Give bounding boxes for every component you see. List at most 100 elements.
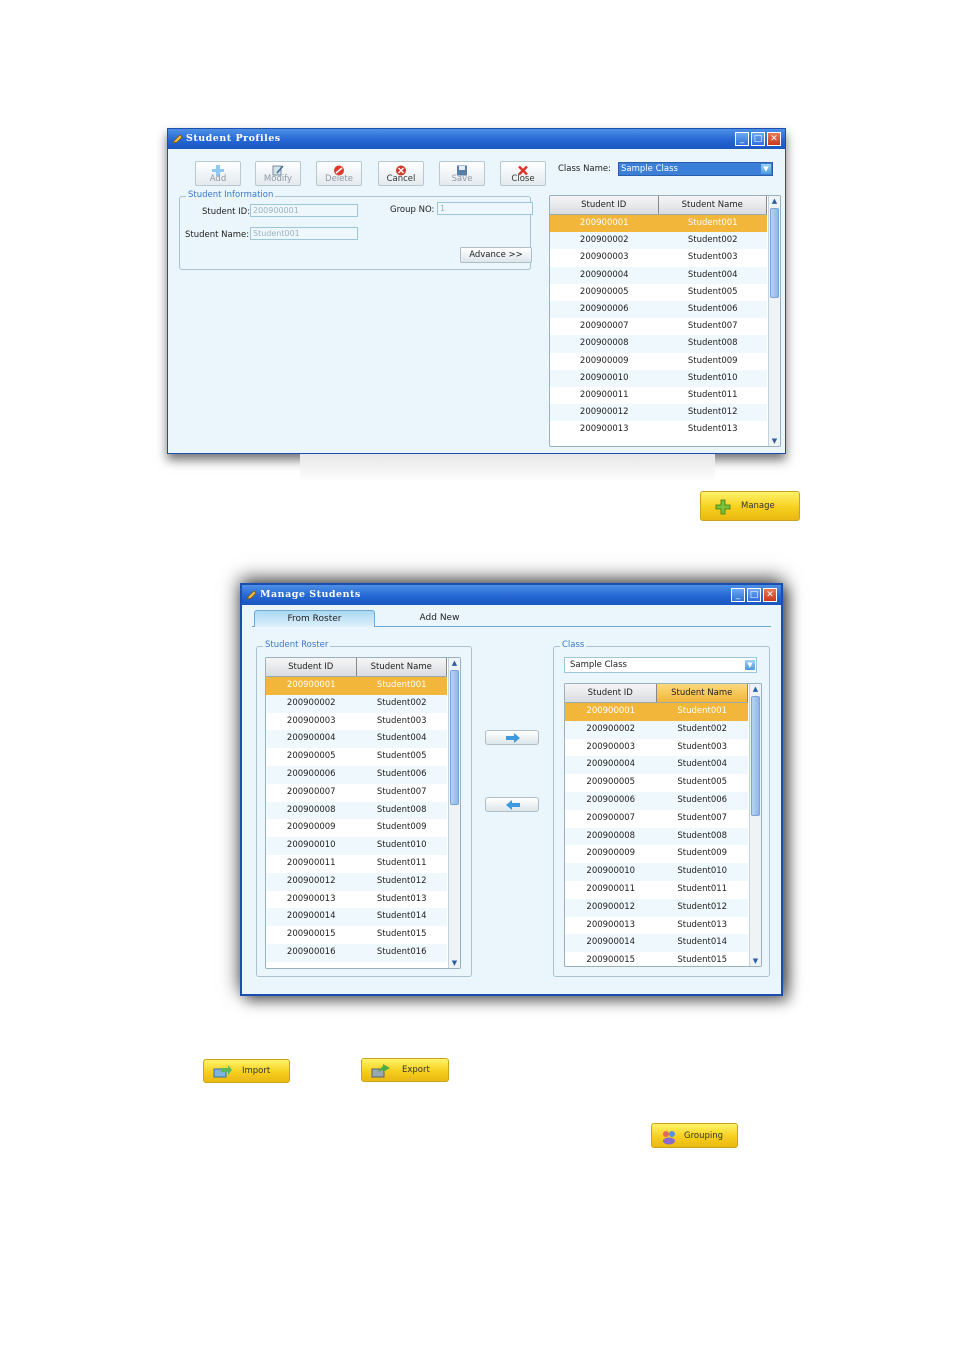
scroll-up-icon[interactable]: ▲ [750, 684, 761, 694]
table-row[interactable]: 200900002 Student002 [550, 232, 767, 250]
table-row[interactable]: 200900001 Student001 [565, 703, 748, 721]
table-row[interactable]: 200900011 Student011 [565, 881, 748, 899]
table-row[interactable]: 200900016 Student016 [266, 944, 447, 962]
table-row[interactable]: 200900007 Student007 [565, 810, 748, 828]
cancel-button[interactable]: Cancel [378, 161, 424, 186]
student-id-field[interactable]: 200900001 [250, 204, 358, 217]
table-row[interactable]: 200900010 Student010 [266, 837, 447, 855]
class-name-select[interactable]: Sample Class ▼ [618, 162, 773, 176]
scroll-up-icon[interactable]: ▲ [769, 196, 780, 206]
table-row[interactable]: 200900011 Student011 [550, 387, 767, 404]
column-header-student-name[interactable]: Student Name [659, 196, 767, 214]
table-row[interactable]: 200900010 Student010 [565, 863, 748, 881]
maximize-button[interactable]: □ [751, 132, 765, 146]
table-row[interactable]: 200900005 Student005 [565, 774, 748, 792]
cell-student-id: 200900003 [579, 252, 629, 263]
class-select[interactable]: Sample Class ▼ [564, 657, 757, 673]
add-to-class-button[interactable] [485, 730, 539, 745]
table-row[interactable]: 200900004 Student004 [266, 730, 447, 749]
table-row[interactable]: 200900002 Student002 [565, 720, 748, 739]
student-name-field[interactable]: Student001 [250, 227, 358, 240]
table-row[interactable]: 200900006 Student006 [565, 792, 748, 810]
table-row[interactable]: 200900015 Student015 [266, 926, 447, 944]
add-button[interactable]: Add [195, 161, 241, 186]
table-row[interactable]: 200900001 Student001 [266, 677, 447, 695]
table-row[interactable]: 200900015 Student015 [565, 952, 748, 966]
cell-student-name: Student001 [677, 706, 728, 716]
table-row[interactable]: 200900001 Student001 [550, 215, 767, 233]
table-row[interactable]: 200900004 Student004 [550, 266, 767, 284]
table-row[interactable]: 200900014 Student014 [266, 908, 447, 927]
save-button[interactable]: Save [439, 161, 485, 186]
scroll-thumb[interactable] [751, 696, 760, 816]
table-row[interactable]: 200900007 Student007 [266, 784, 447, 802]
table-row[interactable]: 200900005 Student005 [550, 284, 767, 301]
column-header-student-id[interactable]: Student ID [565, 684, 657, 702]
table-row[interactable]: 200900008 Student008 [266, 801, 447, 820]
scroll-down-icon[interactable]: ▼ [769, 436, 780, 446]
scroll-thumb[interactable] [770, 208, 779, 298]
export-button[interactable]: Export [361, 1058, 449, 1082]
group-no-field[interactable]: 1 [437, 202, 533, 215]
table-row[interactable]: 200900005 Student005 [266, 748, 447, 766]
tab-add-new[interactable]: Add New [379, 610, 500, 627]
table-row[interactable]: 200900007 Student007 [550, 318, 767, 335]
table-row[interactable]: 200900010 Student010 [550, 369, 767, 387]
table-row[interactable]: 200900003 Student003 [266, 713, 447, 731]
cell-student-name: Student007 [687, 321, 738, 332]
close-button[interactable]: Close [500, 161, 546, 186]
table-row[interactable]: 200900009 Student009 [565, 845, 748, 863]
tab-from-roster[interactable]: From Roster [254, 610, 375, 627]
table-row[interactable]: 200900006 Student006 [550, 301, 767, 319]
column-header-student-id[interactable]: Student ID [550, 196, 659, 214]
chevron-down-icon[interactable]: ▼ [745, 660, 755, 670]
column-header-student-name[interactable]: Student Name [357, 658, 447, 676]
table-row[interactable]: 200900012 Student012 [266, 872, 447, 891]
table-row[interactable]: 200900009 Student009 [266, 819, 447, 837]
delete-button[interactable]: Delete [316, 161, 362, 186]
minimize-button[interactable]: _ [735, 132, 749, 146]
close-window-button[interactable]: ✕ [767, 132, 781, 146]
table-row[interactable]: 200900013 Student013 [565, 917, 748, 935]
table-row[interactable]: 200900002 Student002 [266, 694, 447, 713]
student-grid[interactable]: Student ID Student Name 200900001 Student… [549, 195, 781, 447]
table-row[interactable]: 200900012 Student012 [550, 404, 767, 422]
table-row[interactable]: 200900008 Student008 [550, 335, 767, 353]
vertical-scrollbar[interactable]: ▲ ▼ [448, 658, 460, 968]
scroll-up-icon[interactable]: ▲ [449, 658, 460, 668]
minimize-button[interactable]: _ [731, 588, 745, 602]
scroll-down-icon[interactable]: ▼ [750, 956, 761, 966]
grouping-button[interactable]: Grouping [651, 1123, 738, 1148]
table-row[interactable]: 200900012 Student012 [565, 898, 748, 917]
scroll-down-icon[interactable]: ▼ [449, 958, 460, 968]
cell-student-id: 200900007 [586, 812, 636, 823]
vertical-scrollbar[interactable]: ▲ ▼ [768, 196, 780, 446]
table-row[interactable]: 200900009 Student009 [550, 353, 767, 370]
column-header-student-id[interactable]: Student ID [266, 658, 357, 676]
close-window-button[interactable]: ✕ [763, 588, 777, 602]
import-button[interactable]: Import [203, 1059, 290, 1083]
table-row[interactable]: 200900013 Student013 [550, 421, 767, 438]
table-row[interactable]: 200900013 Student013 [266, 891, 447, 909]
class-grid[interactable]: Student ID Student Name 200900001 Student… [564, 683, 762, 967]
table-row[interactable]: 200900008 Student008 [565, 827, 748, 846]
remove-from-class-button[interactable] [485, 797, 539, 812]
table-row[interactable]: 200900014 Student014 [565, 934, 748, 953]
roster-grid[interactable]: Student ID Student Name 200900001 Student… [265, 657, 461, 969]
scroll-thumb[interactable] [450, 670, 459, 805]
manage-button[interactable]: Manage [700, 491, 800, 521]
advance-button[interactable]: Advance >> [460, 247, 532, 263]
column-header-student-name[interactable]: Student Name [656, 684, 748, 702]
maximize-button[interactable]: □ [747, 588, 761, 602]
table-row[interactable]: 200900011 Student011 [266, 855, 447, 873]
title-bar[interactable]: Student Profiles _ □ ✕ [168, 129, 785, 149]
modify-button[interactable]: Modify [255, 161, 301, 186]
cell-student-name: Student005 [677, 777, 728, 788]
table-row[interactable]: 200900006 Student006 [266, 766, 447, 784]
table-row[interactable]: 200900003 Student003 [550, 249, 767, 266]
table-row[interactable]: 200900003 Student003 [565, 739, 748, 757]
table-row[interactable]: 200900004 Student004 [565, 756, 748, 775]
vertical-scrollbar[interactable]: ▲ ▼ [749, 684, 761, 966]
chevron-down-icon[interactable]: ▼ [761, 164, 771, 174]
title-bar[interactable]: Manage Students _ □ ✕ [242, 585, 781, 605]
